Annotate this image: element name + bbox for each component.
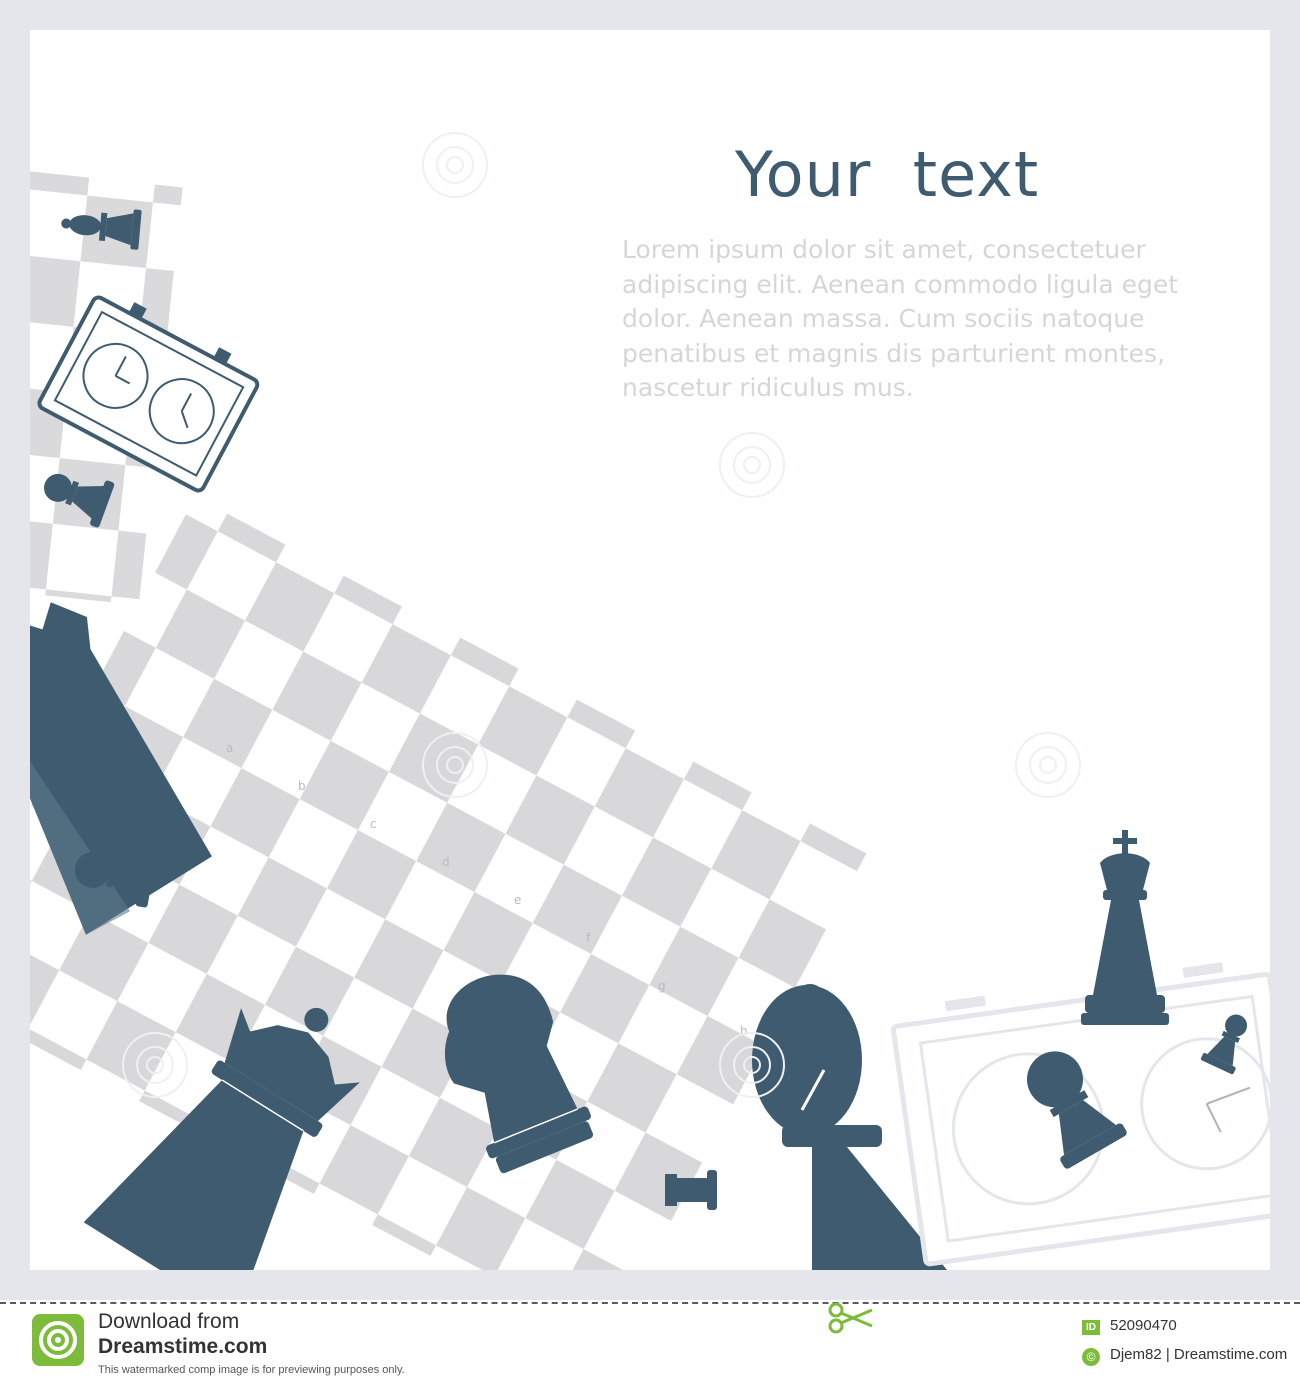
headline: Your text: [735, 138, 1040, 211]
site-name: Dreamstime.com: [98, 1335, 268, 1358]
lorem-line: Lorem ipsum dolor sit amet, consectetuer: [622, 235, 1146, 264]
artwork-canvas: a b c d e f g h Your text Lorem ipsum do…: [30, 30, 1270, 1270]
watermark-footer: Download from Dreamstime.com This waterm…: [0, 1300, 1300, 1390]
king-icon: [1081, 830, 1169, 1025]
lorem-line: nascetur ridiculus mus.: [622, 373, 914, 402]
download-from-label: Download from: [98, 1310, 240, 1333]
chess-illustration: a b c d e f g h: [30, 132, 1270, 1270]
preview-notice: This watermarked comp image is for previ…: [98, 1364, 405, 1376]
file-letter: c: [370, 817, 377, 831]
author-credit: Djem82 | Dreamstime.com: [1110, 1346, 1288, 1363]
file-letter: g: [658, 979, 666, 993]
lorem-line: penatibus et magnis dis parturient monte…: [622, 338, 1166, 368]
file-letter: d: [442, 855, 450, 869]
artwork-frame: a b c d e f g h Your text Lorem ipsum do…: [0, 0, 1300, 1300]
lorem-line: dolor. Aenean massa. Cum sociis natoque: [622, 304, 1145, 333]
file-letter: e: [514, 893, 521, 907]
lorem-paragraph: Lorem ipsum dolor sit amet, consectetuer…: [622, 233, 1262, 406]
copyright-icon: ©: [1082, 1348, 1100, 1366]
file-letter: a: [226, 741, 233, 755]
dreamstime-logo-icon: [32, 1314, 84, 1366]
scissors-icon: [828, 1302, 873, 1334]
lorem-line: adipiscing elit. Aenean commodo ligula e…: [622, 269, 1179, 299]
image-id: 52090470: [1110, 1317, 1177, 1334]
id-badge: ID: [1082, 1320, 1100, 1335]
dashed-cut-line: [0, 1302, 1300, 1304]
file-letter: b: [298, 779, 306, 793]
